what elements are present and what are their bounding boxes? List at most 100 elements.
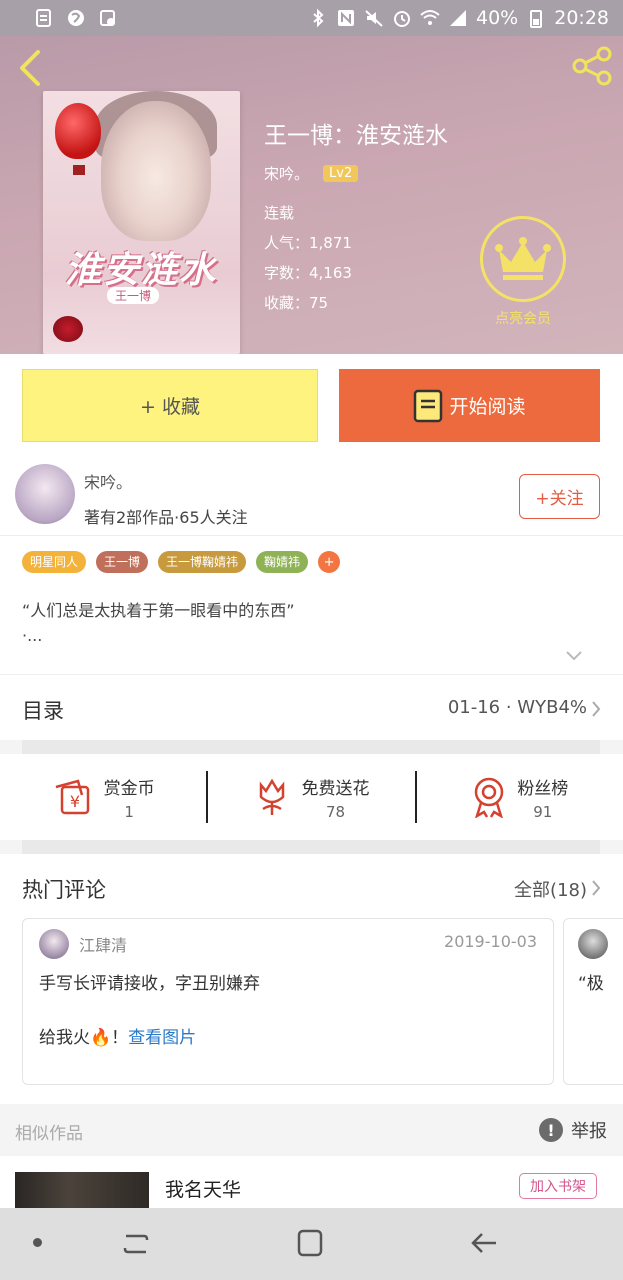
comment-card[interactable]: 江肆清 2019-10-03 手写长评请接收，字丑别嫌弃 给我火🔥！查看图片 — [22, 918, 554, 1085]
chevron-right-icon — [592, 701, 601, 717]
comment-text: “极 — [578, 974, 604, 994]
fan-ranking-button[interactable]: 粉丝榜 91 — [417, 774, 623, 821]
tags-and-intro: 明星同人 王一博 王一博鞠婧祎 鞠婧祎 + “人们总是太执着于第一眼看中的东西”… — [0, 536, 623, 674]
tag-item[interactable]: 鞠婧祎 — [256, 551, 309, 573]
notification-screenshot-icon — [100, 10, 115, 26]
system-nav-bar — [0, 1208, 623, 1280]
send-flower-button[interactable]: 免费送花 78 — [208, 774, 414, 821]
avatar[interactable] — [39, 929, 69, 959]
similar-book-cover[interactable] — [15, 1172, 149, 1208]
add-to-shelf-button[interactable]: 加入书架 — [519, 1173, 597, 1199]
tag-item[interactable]: 王一博鞠婧祎 — [158, 551, 247, 573]
book-word-count: 字数：4,163 — [264, 264, 352, 282]
notification-globe-icon — [68, 10, 84, 26]
comment-username[interactable]: 江肆清 — [79, 932, 127, 956]
comment-date: 2019-10-03 — [444, 932, 537, 951]
author-name[interactable]: 宋吟。 — [264, 163, 309, 184]
reward-coin-button[interactable]: ¥ 赏金币 1 — [0, 774, 206, 821]
tag-item[interactable]: 王一博 — [96, 551, 149, 573]
comment-text-prefix: 给我火🔥！ — [39, 1028, 129, 1048]
red-envelope-coin-icon: ¥ — [55, 779, 89, 815]
back-icon[interactable] — [470, 1229, 500, 1257]
exclamation-icon: ! — [539, 1118, 563, 1142]
book-status: 连载 — [264, 204, 295, 222]
crown-icon — [495, 237, 551, 280]
comment-text: 手写长评请接收，字丑别嫌弃 — [39, 974, 260, 994]
home-icon[interactable] — [296, 1228, 324, 1258]
chevron-right-icon — [592, 880, 601, 896]
rewards-row: ¥ 赏金币 1 免费送花 78 粉丝榜 91 — [0, 754, 623, 840]
table-of-contents-row[interactable]: 目录 01-16 · WYB4% — [0, 674, 623, 740]
reward-label: 粉丝榜 — [517, 778, 569, 799]
chevron-down-icon[interactable] — [565, 650, 583, 662]
toc-label: 目录 — [22, 699, 64, 723]
author-card: 宋吟。 著有2部作品·65人关注 +关注 — [0, 456, 623, 536]
author-card-stats: 著有2部作品·65人关注 — [84, 508, 248, 527]
cover-rose — [53, 316, 83, 342]
alarm-icon — [394, 11, 410, 27]
wifi-icon — [420, 10, 440, 25]
battery-icon — [530, 10, 543, 28]
intro-line: “人们总是太执着于第一眼看中的东西” — [22, 601, 295, 620]
comment-card[interactable]: “极 — [563, 918, 623, 1085]
bluetooth-icon — [313, 8, 324, 28]
follow-button[interactable]: +关注 — [519, 474, 600, 519]
cover-title: 淮安涟水 — [65, 249, 218, 291]
comments-title: 热门评论 — [22, 878, 106, 902]
medal-icon — [475, 777, 504, 818]
book-title: 王一博：淮安涟水 — [264, 123, 448, 149]
nfc-icon — [338, 10, 354, 26]
book-header: 淮安涟水 王一博 王一博：淮安涟水 宋吟。 Lv2 连载 人气：1,871 字数… — [0, 36, 623, 354]
similar-works-header: 相似作品 ! 举报 — [0, 1104, 623, 1156]
reward-label: 赏金币 — [103, 778, 155, 799]
divider-strip — [22, 740, 600, 754]
avatar[interactable] — [578, 929, 608, 959]
svg-text:¥: ¥ — [70, 792, 80, 811]
avatar[interactable] — [15, 464, 75, 524]
book-intro[interactable]: “人们总是太执着于第一眼看中的东西” ·... — [22, 598, 295, 648]
book-favorites: 收藏：75 — [264, 294, 329, 312]
back-arrow-icon[interactable] — [14, 48, 48, 88]
book-cover[interactable]: 淮安涟水 王一博 — [43, 91, 240, 354]
toc-latest-chapter: 01-16 · WYB4% — [447, 697, 587, 718]
similar-works-label: 相似作品 — [15, 1124, 83, 1144]
tag-item[interactable]: 明星同人 — [22, 551, 87, 573]
reward-count: 1 — [124, 802, 134, 821]
vip-button[interactable]: 点亮会员 — [478, 216, 568, 336]
status-bar: 40% 20:28 — [0, 0, 623, 36]
cover-portrait — [101, 101, 211, 241]
nav-dot-icon[interactable] — [33, 1238, 42, 1247]
clock: 20:28 — [554, 7, 609, 29]
view-image-link[interactable]: 查看图片 — [128, 1028, 196, 1048]
list-item[interactable]: 我名天华 加入书架 — [0, 1156, 623, 1208]
intro-line: ·... — [22, 626, 43, 645]
notification-document-icon — [36, 9, 51, 27]
battery-percent: 40% — [476, 7, 519, 29]
start-reading-label: 开始阅读 — [449, 396, 526, 418]
author-card-name[interactable]: 宋吟。 — [84, 469, 132, 493]
all-comments-link[interactable]: 全部(18) — [514, 876, 587, 902]
reward-count: 91 — [533, 802, 553, 821]
cover-balloon — [55, 103, 101, 159]
vip-label: 点亮会员 — [495, 311, 551, 327]
mute-icon — [365, 10, 383, 27]
signal-icon — [450, 10, 466, 26]
similar-book-title[interactable]: 我名天华 — [165, 1175, 241, 1202]
start-reading-button[interactable]: 开始阅读 — [339, 369, 600, 442]
flower-icon — [260, 778, 285, 815]
level-badge: Lv2 — [323, 165, 359, 182]
cover-basket — [73, 165, 85, 175]
recent-apps-icon[interactable] — [122, 1228, 150, 1260]
share-icon[interactable] — [571, 46, 613, 86]
hot-comments: 热门评论 全部(18) 江肆清 2019-10-03 手写长评请接收，字丑别嫌弃… — [0, 854, 623, 1104]
book-popularity: 人气：1,871 — [264, 234, 352, 252]
report-button[interactable]: ! 举报 — [539, 1117, 607, 1143]
more-tags-button[interactable]: + — [318, 551, 341, 573]
vip-ring — [480, 216, 566, 302]
book-icon — [414, 389, 443, 422]
reward-label: 免费送花 — [301, 778, 370, 799]
cover-subtitle: 王一博 — [107, 287, 160, 304]
divider-strip — [22, 840, 600, 854]
collect-button[interactable]: + 收藏 — [22, 369, 318, 442]
author-row: 宋吟。 Lv2 — [264, 163, 359, 184]
